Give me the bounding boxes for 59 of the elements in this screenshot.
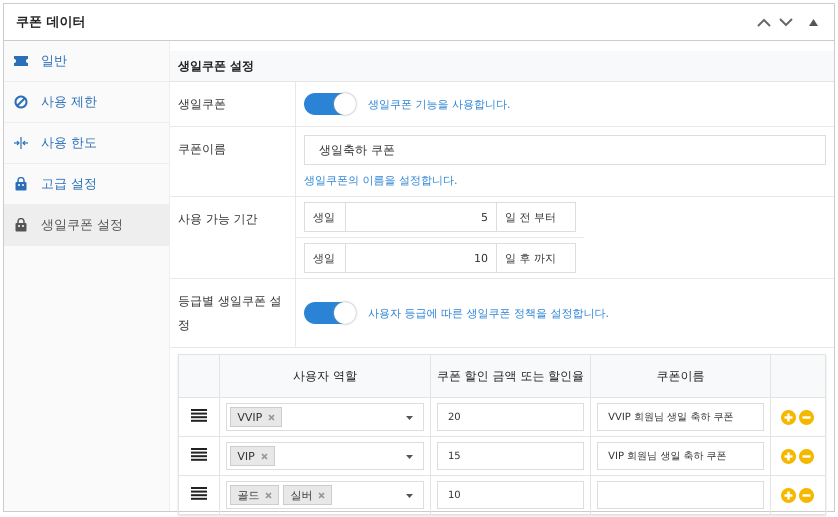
drag-handle-icon[interactable]	[191, 409, 208, 422]
column-header: 쿠폰 할인 금액 또는 할인율	[430, 354, 591, 398]
coupon-name-field[interactable]: VIP 회원님 생일 축하 쿠폰	[597, 442, 764, 470]
panel-title: 쿠폰 데이터	[16, 14, 87, 31]
days-field[interactable]: 5	[346, 202, 496, 232]
drag-handle-icon[interactable]	[191, 448, 208, 461]
field-description: 생일쿠폰 기능을 사용합니다.	[368, 96, 510, 112]
field-description: 생일쿠폰의 이름을 설정합니다.	[304, 173, 458, 188]
drag-handle-icon[interactable]	[191, 487, 208, 500]
remove-icon[interactable]	[268, 414, 276, 420]
remove-icon[interactable]	[318, 492, 326, 498]
column-header: 쿠폰이름	[590, 354, 770, 398]
field-label: 등급별 생일쿠폰 설정	[178, 294, 282, 332]
sidebar-tab[interactable]: 사용 제한	[4, 82, 169, 123]
coupon-name-field[interactable]: 생일축하 쿠폰	[304, 135, 826, 165]
field-label: 쿠폰이름	[178, 142, 226, 156]
remove-row-button[interactable]	[799, 488, 814, 502]
role-tag: 실버	[283, 485, 332, 505]
add-row-button[interactable]	[781, 410, 796, 424]
sidebar-tab[interactable]: 사용 한도	[4, 123, 169, 164]
sidebar-tab[interactable]: 생일쿠폰 설정	[4, 205, 169, 246]
toggle-switch[interactable]	[304, 302, 356, 324]
arrows-inward-icon	[14, 136, 28, 150]
amount-field[interactable]: 15	[436, 442, 584, 470]
remove-row-button[interactable]	[799, 448, 814, 464]
days-field[interactable]: 10	[346, 243, 496, 273]
role-tag: VIP	[230, 446, 275, 466]
add-row-button[interactable]	[781, 488, 796, 502]
coupon-name-field[interactable]	[597, 481, 764, 509]
remove-row-button[interactable]	[799, 410, 814, 424]
section-title: 생일쿠폰 설정	[170, 51, 834, 82]
ticket-icon	[14, 55, 28, 67]
coupon-name-field[interactable]: VVIP 회원님 생일 축하 쿠폰	[597, 403, 764, 431]
role-tag: 골드	[230, 485, 280, 505]
caret-icon	[406, 494, 413, 498]
role-select[interactable]: VVIP	[226, 403, 424, 431]
remove-icon[interactable]	[260, 452, 268, 460]
input-prefix: 생일	[304, 243, 346, 273]
bag-icon	[14, 218, 28, 232]
prohibited-icon	[14, 95, 28, 109]
caret-icon	[406, 455, 413, 459]
role-select[interactable]: VIP	[226, 442, 424, 470]
field-description: 사용자 등급에 따른 생일쿠폰 정책을 설정합니다.	[368, 306, 609, 320]
remove-icon[interactable]	[265, 492, 272, 498]
field-label: 사용 가능 기간	[178, 212, 258, 226]
column-header: 사용자 역할	[220, 354, 430, 398]
input-suffix: 일 후 까지	[496, 243, 576, 273]
role-tag: VVIP	[230, 407, 282, 427]
add-row-button[interactable]	[781, 448, 796, 464]
input-suffix: 일 전 부터	[496, 202, 576, 232]
sidebar-tab[interactable]: 일반	[4, 41, 169, 82]
role-select[interactable]: 골드 실버	[226, 481, 424, 509]
input-prefix: 생일	[304, 202, 346, 232]
caret-icon	[406, 416, 413, 420]
amount-field[interactable]: 20	[436, 403, 584, 431]
bag-icon	[14, 177, 28, 191]
field-label: 생일쿠폰	[178, 97, 226, 111]
amount-field[interactable]: 10	[436, 481, 584, 509]
toggle-switch[interactable]	[304, 93, 356, 115]
